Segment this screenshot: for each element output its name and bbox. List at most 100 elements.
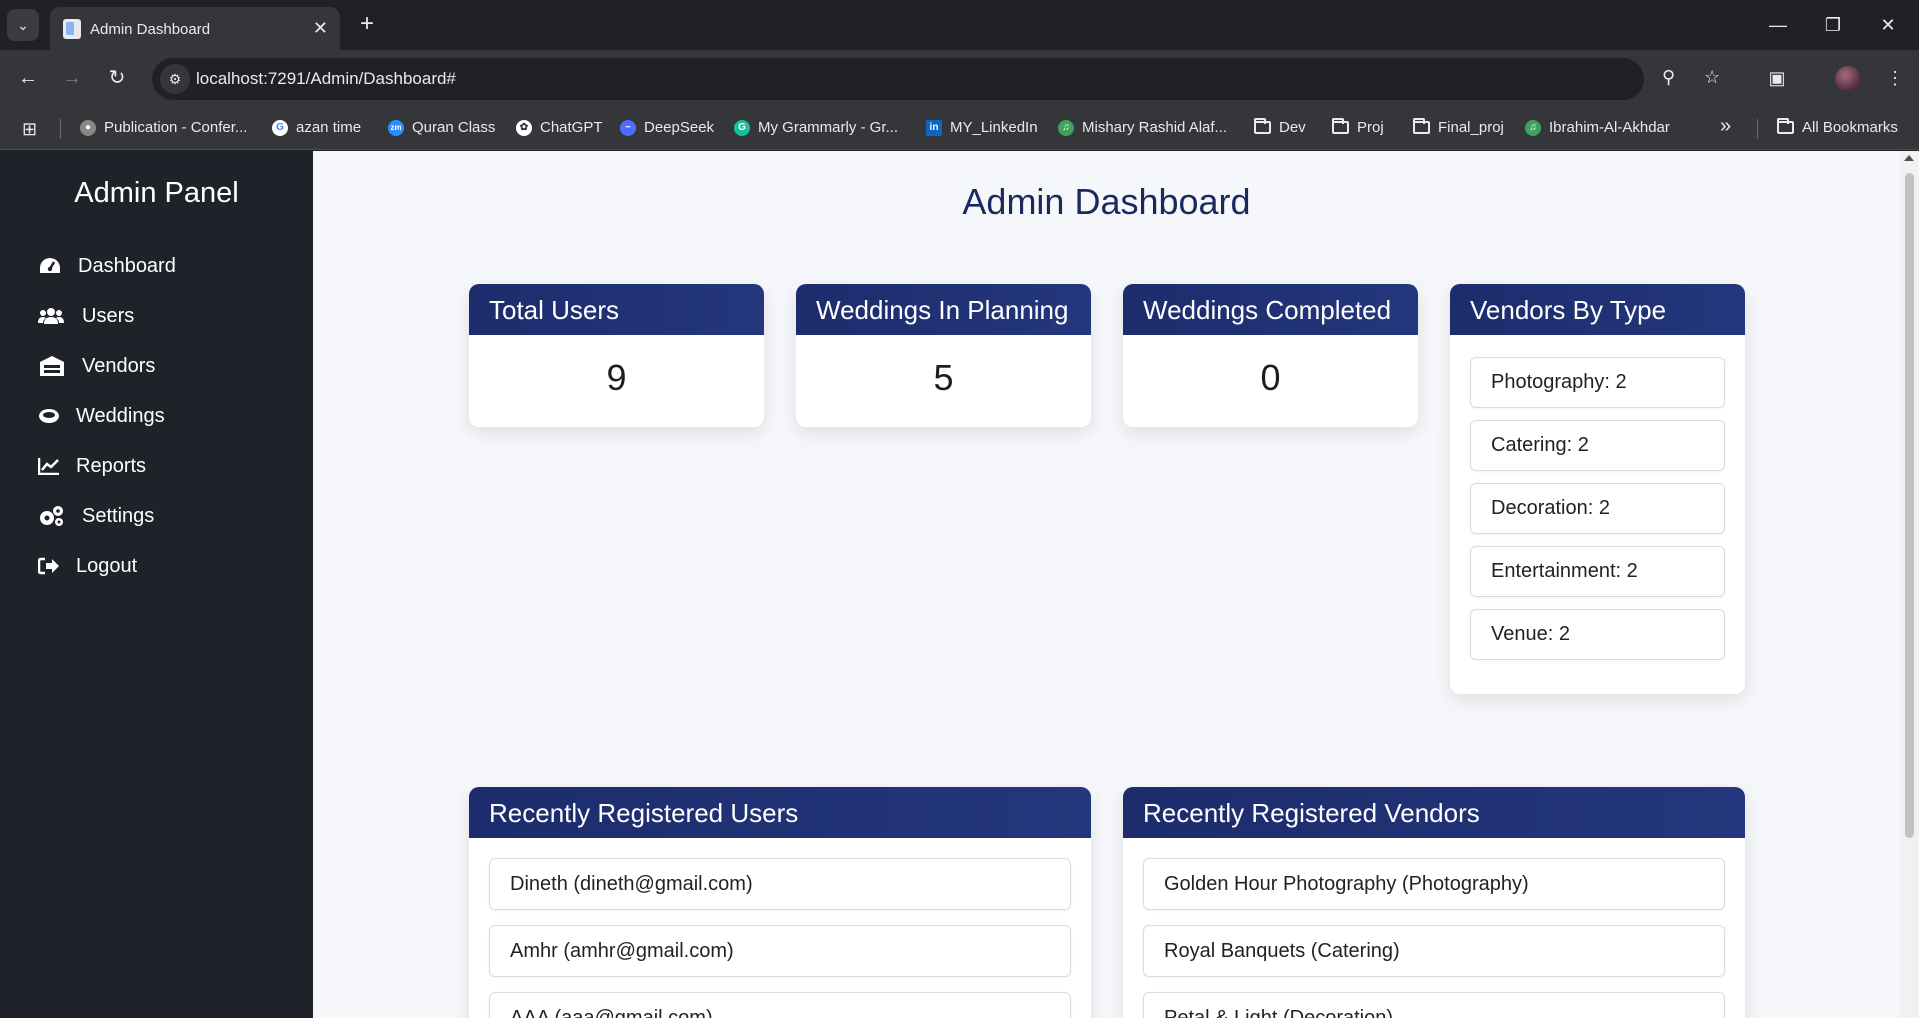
audio-icon: ♫ <box>1058 119 1074 136</box>
google-icon: G <box>272 119 288 136</box>
admin-sidebar: Admin Panel Dashboard Users Vendors Wedd… <box>0 151 313 1018</box>
vendors-by-type-card: Vendors By Type Photography: 2 Catering:… <box>1450 284 1745 694</box>
bookmark-folder[interactable]: Dev <box>1254 118 1306 136</box>
deepseek-icon: ~ <box>620 119 636 136</box>
screenshot-icon[interactable]: ▣ <box>1762 64 1792 94</box>
bookmark-folder[interactable]: Final_proj <box>1413 118 1504 136</box>
bookmarks-divider <box>60 119 61 139</box>
tab-title: Admin Dashboard <box>90 21 211 38</box>
more-bookmarks-chevron-icon[interactable]: » <box>1720 115 1731 138</box>
logout-icon <box>38 556 60 576</box>
minimize-icon[interactable]: — <box>1758 10 1798 40</box>
bookmark-item[interactable]: Gazan time <box>272 119 361 136</box>
sidebar-item-vendors[interactable]: Vendors <box>38 348 155 384</box>
list-item: Dineth (dineth@gmail.com) <box>489 858 1071 910</box>
card-title: Recently Registered Users <box>469 787 1091 838</box>
sidebar-item-label: Reports <box>76 454 147 477</box>
dashboard-main: Admin Dashboard Total Users 9 Weddings I… <box>313 151 1900 1018</box>
forward-arrow-icon[interactable]: → <box>57 64 87 94</box>
stat-card-label: Weddings Completed <box>1123 284 1418 335</box>
list-item: Petal & Light (Decoration) <box>1143 992 1725 1018</box>
stat-card-label: Weddings In Planning <box>796 284 1091 335</box>
page-scrollbar[interactable] <box>1900 151 1919 1018</box>
bookmark-item[interactable]: zm Quran Class <box>388 119 495 136</box>
back-arrow-icon[interactable]: ← <box>13 64 43 94</box>
list-item: AAA (aaa@gmail.com) <box>489 992 1071 1018</box>
sidebar-item-label: Vendors <box>82 354 156 377</box>
zoom-icon: zm <box>388 119 404 136</box>
vendor-type-item: Entertainment: 2 <box>1470 546 1725 597</box>
reload-icon[interactable]: ↻ <box>102 64 132 94</box>
url-text[interactable]: localhost:7291/Admin/Dashboard# <box>196 69 456 89</box>
address-bar[interactable]: ⚙ localhost:7291/Admin/Dashboard# ⚲ ☆ <box>152 58 1720 100</box>
stat-card-weddings-completed: Weddings Completed 0 <box>1123 284 1418 427</box>
bookmarks-divider <box>1757 119 1758 139</box>
linkedin-icon: in <box>926 119 942 136</box>
menu-kebab-icon[interactable]: ⋮ <box>1880 64 1910 94</box>
vendor-type-item: Venue: 2 <box>1470 609 1725 660</box>
password-key-icon[interactable]: ⚲ <box>1662 67 1675 88</box>
sidebar-item-label: Users <box>82 304 135 327</box>
vendor-type-item: Decoration: 2 <box>1470 483 1725 534</box>
new-tab-plus-icon[interactable]: + <box>352 10 382 40</box>
restore-icon[interactable]: ❐ <box>1813 10 1853 40</box>
bookmark-item[interactable]: ~ DeepSeek <box>620 119 714 136</box>
bookmark-item[interactable]: ● Publication - Confer... <box>80 119 247 136</box>
list-item: Golden Hour Photography (Photography) <box>1143 858 1725 910</box>
folder-icon <box>1413 118 1430 134</box>
recent-vendors-card: Recently Registered Vendors Golden Hour … <box>1123 787 1745 1018</box>
sidebar-item-label: Weddings <box>76 404 165 427</box>
gears-icon <box>38 506 64 526</box>
sidebar-item-weddings[interactable]: Weddings <box>38 398 165 434</box>
recent-users-card: Recently Registered Users Dineth (dineth… <box>469 787 1091 1018</box>
page-title: Admin Dashboard <box>962 181 1251 222</box>
folder-icon <box>1777 118 1794 134</box>
card-title: Vendors By Type <box>1450 284 1745 335</box>
list-item: Amhr (amhr@gmail.com) <box>489 925 1071 977</box>
tab-search-chevron-icon[interactable]: ⌄ <box>7 9 39 41</box>
bookmark-item[interactable]: ♫ Ibrahim-Al-Akhdar <box>1525 119 1670 136</box>
apps-grid-icon[interactable]: ⊞ <box>22 119 37 140</box>
chart-icon <box>38 456 60 476</box>
bookmark-star-icon[interactable]: ☆ <box>1704 67 1720 88</box>
card-title: Recently Registered Vendors <box>1123 787 1745 838</box>
close-window-icon[interactable]: ✕ <box>1868 10 1908 40</box>
bookmarks-bar: ⊞ ● Publication - Confer... Gazan time zm… <box>0 107 1919 150</box>
bookmark-item[interactable]: G My Grammarly - Gr... <box>734 119 898 136</box>
sidebar-item-reports[interactable]: Reports <box>38 448 146 484</box>
sidebar-item-label: Settings <box>82 504 155 527</box>
profile-avatar[interactable] <box>1835 66 1861 92</box>
stat-card-value: 5 <box>933 357 954 398</box>
vendor-type-item: Photography: 2 <box>1470 357 1725 408</box>
folder-icon <box>1332 118 1349 134</box>
list-item: Royal Banquets (Catering) <box>1143 925 1725 977</box>
ring-icon <box>38 406 60 426</box>
grammarly-icon: G <box>734 119 750 136</box>
chatgpt-icon: ✿ <box>516 119 532 136</box>
bookmark-item[interactable]: ♫ Mishary Rashid Alaf... <box>1058 119 1227 136</box>
page-viewport: Admin Panel Dashboard Users Vendors Wedd… <box>0 151 1919 1018</box>
scroll-thumb[interactable] <box>1905 173 1914 838</box>
stat-card-total-users: Total Users 9 <box>469 284 764 427</box>
tab-admin-dashboard[interactable]: Admin Dashboard ✕ <box>50 7 340 50</box>
vendor-type-item: Catering: 2 <box>1470 420 1725 471</box>
bookmark-folder[interactable]: Proj <box>1332 118 1384 136</box>
dashboard-icon <box>38 256 62 276</box>
scroll-up-arrow-icon[interactable] <box>1904 155 1914 161</box>
sidebar-item-users[interactable]: Users <box>38 298 134 334</box>
sidebar-item-dashboard[interactable]: Dashboard <box>38 248 176 284</box>
site-info-icon[interactable]: ⚙ <box>160 64 190 94</box>
sidebar-item-label: Logout <box>76 554 138 577</box>
all-bookmarks-folder[interactable]: All Bookmarks <box>1777 118 1898 136</box>
audio-icon: ♫ <box>1525 119 1541 136</box>
sidebar-item-label: Dashboard <box>78 254 176 277</box>
stat-card-weddings-in-planning: Weddings In Planning 5 <box>796 284 1091 427</box>
sidebar-item-logout[interactable]: Logout <box>38 548 137 584</box>
bookmark-item[interactable]: ✿ ChatGPT <box>516 119 603 136</box>
browser-toolbar: ← → ↻ ⚙ localhost:7291/Admin/Dashboard# … <box>0 50 1919 107</box>
sidebar-item-settings[interactable]: Settings <box>38 498 154 534</box>
close-tab-icon[interactable]: ✕ <box>313 18 328 39</box>
bookmark-item[interactable]: in MY_LinkedIn <box>926 119 1038 136</box>
folder-icon <box>1254 118 1271 134</box>
store-icon <box>38 356 66 376</box>
